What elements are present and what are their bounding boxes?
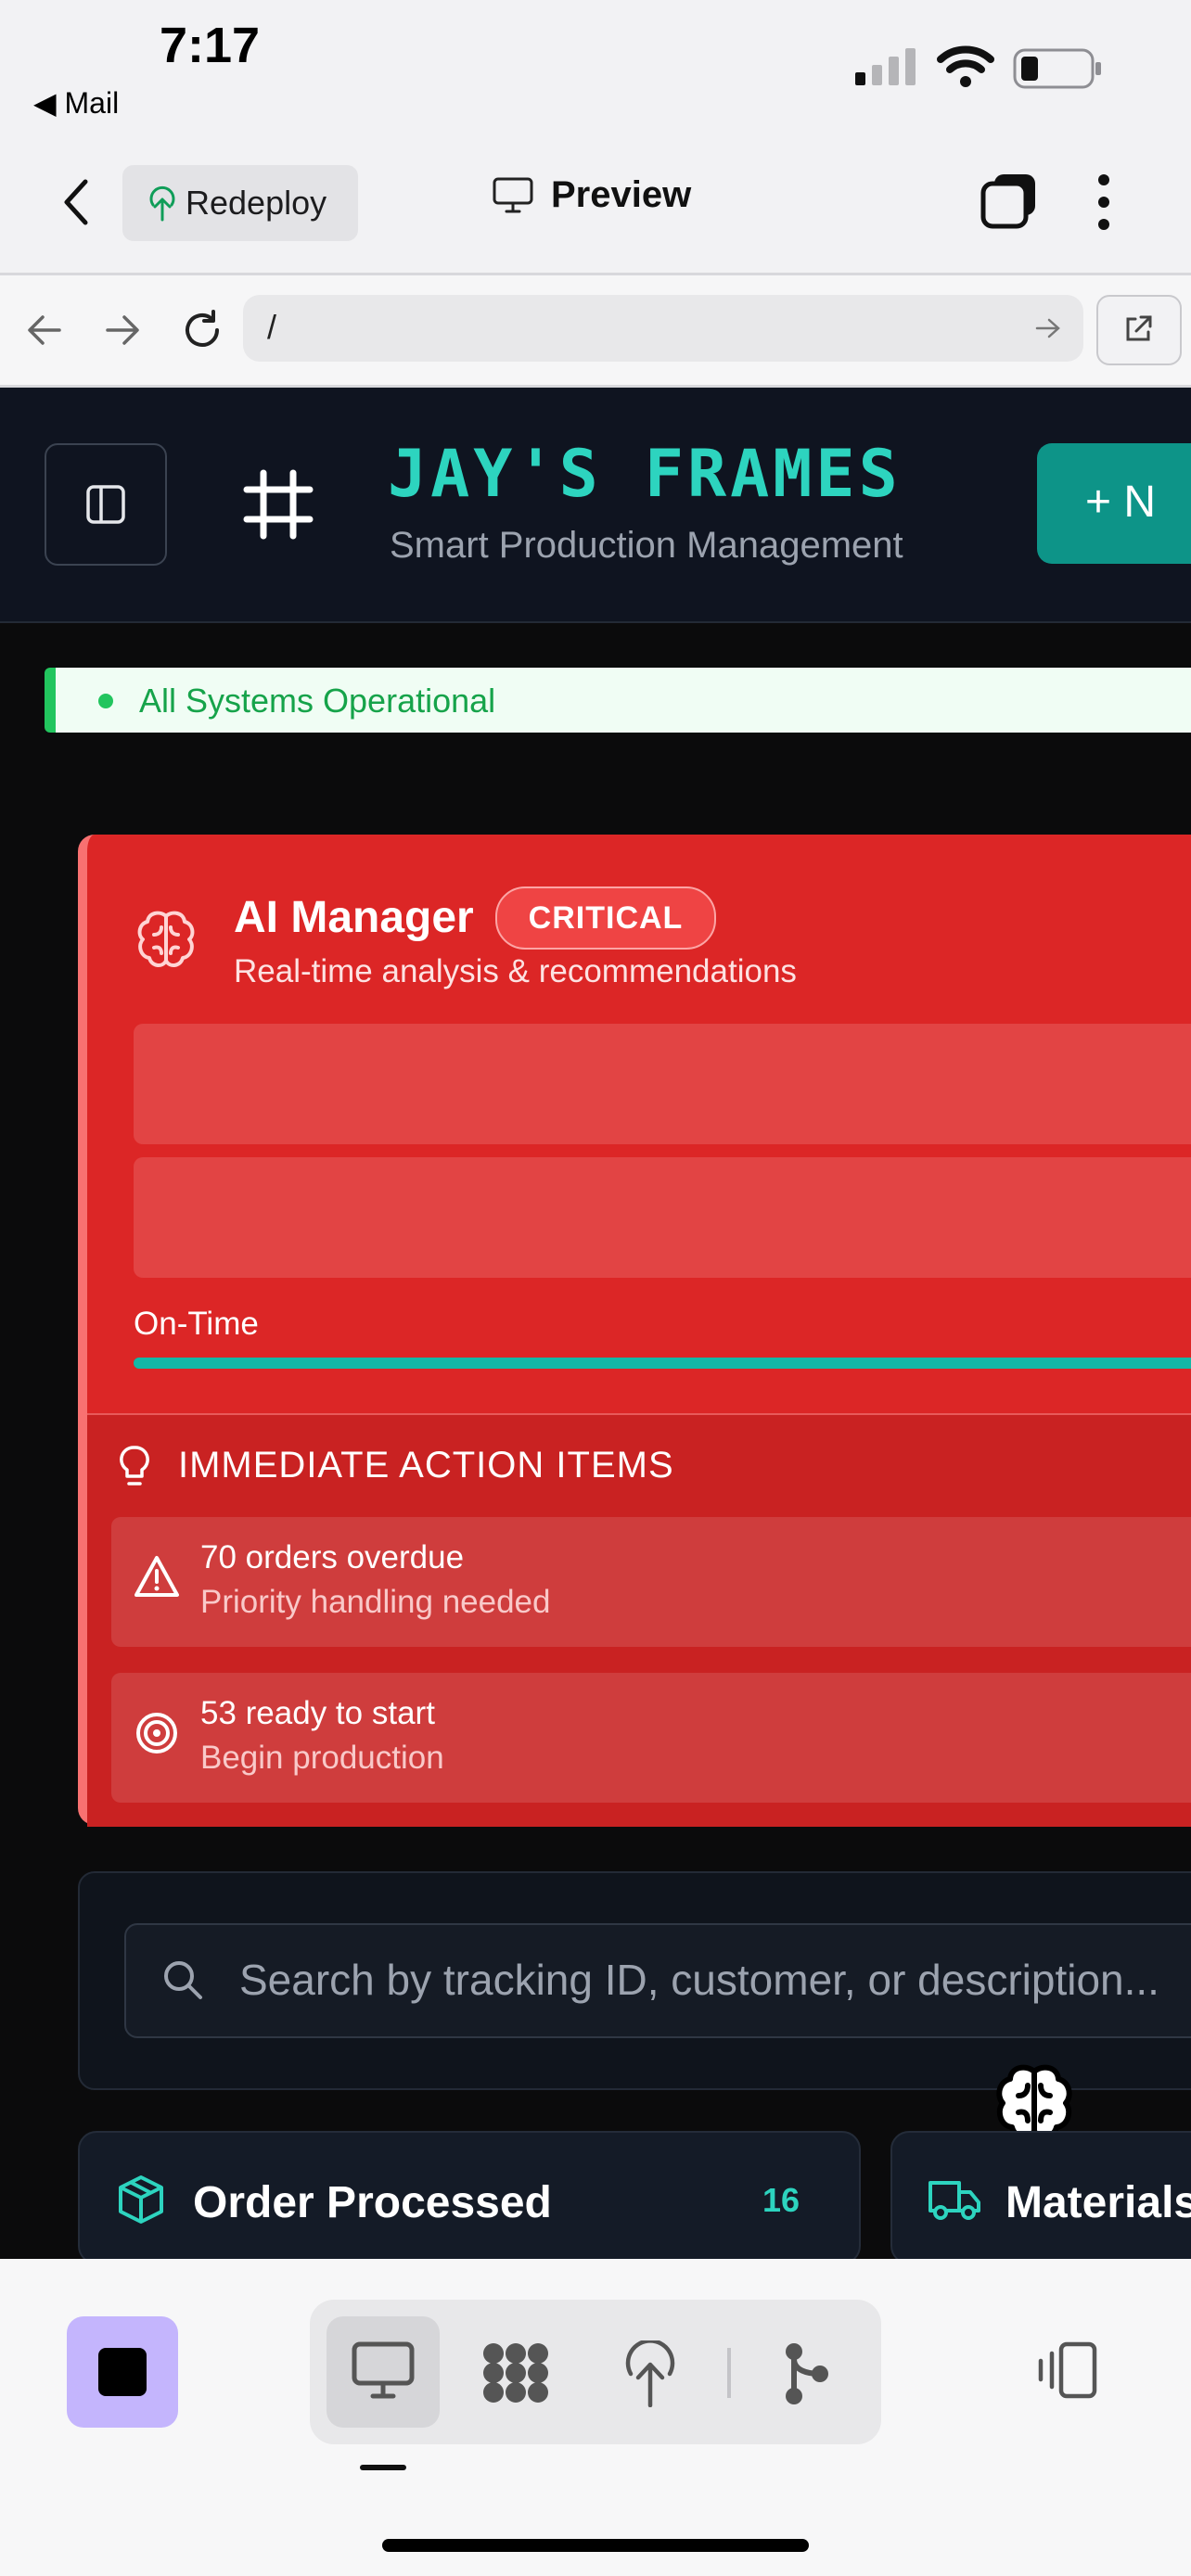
ai-manager-title: AI Manager bbox=[234, 893, 474, 942]
column-title: Materials bbox=[1005, 2178, 1191, 2227]
target-icon bbox=[136, 1713, 177, 1753]
new-order-button[interactable]: + N bbox=[1037, 443, 1191, 564]
search-field[interactable] bbox=[124, 1923, 1191, 2038]
action-title: 53 ready to start bbox=[200, 1695, 435, 1731]
truck-icon bbox=[928, 2181, 980, 2220]
ai-manager-subtitle: Real-time analysis & recommendations bbox=[234, 953, 797, 989]
tabs-icon[interactable] bbox=[980, 171, 1039, 230]
more-options-icon[interactable] bbox=[1095, 172, 1113, 232]
reload-icon[interactable] bbox=[180, 308, 224, 352]
status-dot bbox=[98, 694, 113, 708]
brand-subtitle: Smart Production Management bbox=[390, 525, 903, 566]
stop-button[interactable] bbox=[67, 2316, 178, 2428]
redeploy-button[interactable]: Redeploy bbox=[122, 165, 358, 241]
search-icon bbox=[164, 1961, 202, 1999]
status-time: 7:17 bbox=[160, 18, 261, 73]
wifi-icon bbox=[937, 45, 994, 87]
sidebar-icon bbox=[86, 485, 125, 524]
sidebar-toggle-button[interactable] bbox=[45, 443, 167, 566]
redeploy-label: Redeploy bbox=[186, 184, 327, 222]
preview-label: Preview bbox=[551, 174, 692, 215]
action-title: 70 orders overdue bbox=[200, 1539, 465, 1575]
back-chevron-icon[interactable] bbox=[58, 176, 95, 228]
action-item[interactable]: 70 orders overdue Priority handling need… bbox=[111, 1517, 1191, 1647]
system-status-banner: All Systems Operational bbox=[45, 668, 1191, 733]
go-arrow-icon[interactable] bbox=[1035, 317, 1061, 339]
divider bbox=[727, 2348, 731, 2398]
critical-badge: CRITICAL bbox=[495, 886, 716, 950]
metric-placeholder-2 bbox=[134, 1157, 1191, 1278]
frame-hash-icon bbox=[243, 469, 314, 540]
system-status-text: All Systems Operational bbox=[139, 682, 496, 720]
battery-icon bbox=[1013, 48, 1101, 89]
metric-placeholder-1 bbox=[134, 1024, 1191, 1144]
ontime-progress-fill bbox=[134, 1358, 1191, 1369]
active-tab-indicator bbox=[360, 2465, 406, 2470]
brand-title: JAY'S FRAMES bbox=[388, 436, 902, 512]
lightbulb-icon bbox=[120, 1446, 149, 1486]
brain-icon bbox=[137, 911, 195, 967]
action-item[interactable]: 53 ready to start Begin production bbox=[111, 1673, 1191, 1803]
preview-monitor-icon[interactable] bbox=[351, 2340, 416, 2402]
new-order-label: + N bbox=[1085, 478, 1157, 527]
action-subtitle: Begin production bbox=[200, 1740, 444, 1776]
ontime-label: On-Time bbox=[134, 1306, 259, 1342]
column-title: Order Processed bbox=[193, 2178, 552, 2227]
monitor-icon bbox=[493, 177, 533, 212]
git-branch-icon[interactable] bbox=[779, 2340, 831, 2407]
back-to-mail-link[interactable]: ◀ Mail bbox=[33, 85, 119, 121]
deploy-tree-icon[interactable] bbox=[623, 2340, 677, 2407]
action-subtitle: Priority handling needed bbox=[200, 1584, 551, 1620]
stop-icon bbox=[98, 2348, 147, 2396]
preview-tab[interactable]: Preview bbox=[492, 174, 691, 216]
home-indicator bbox=[382, 2539, 809, 2552]
apps-grid-icon[interactable] bbox=[480, 2340, 551, 2405]
url-text: / bbox=[267, 308, 277, 346]
column-order-processed[interactable]: Order Processed 16 bbox=[78, 2131, 861, 2264]
browser-forward-icon[interactable] bbox=[104, 313, 141, 347]
device-toggle-icon[interactable] bbox=[1033, 2340, 1100, 2400]
cellular-signal-icon bbox=[855, 48, 916, 85]
deploy-icon bbox=[149, 185, 175, 222]
column-materials[interactable]: Materials bbox=[890, 2131, 1191, 2264]
browser-back-icon[interactable] bbox=[26, 313, 63, 347]
search-input[interactable] bbox=[237, 1951, 1191, 2009]
open-external-button[interactable] bbox=[1096, 295, 1182, 365]
external-link-icon bbox=[1126, 315, 1152, 341]
warning-icon bbox=[134, 1556, 179, 1597]
column-count: 16 bbox=[762, 2181, 800, 2219]
url-field[interactable]: / bbox=[243, 295, 1083, 362]
action-items-heading: IMMEDIATE ACTION ITEMS bbox=[178, 1445, 674, 1486]
box-icon bbox=[119, 2175, 163, 2224]
